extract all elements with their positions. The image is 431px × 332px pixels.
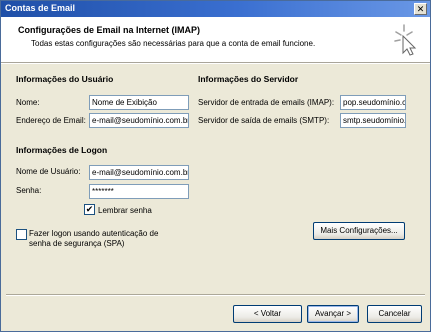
next-button[interactable]: Avançar > (307, 305, 359, 323)
footer-separator (6, 294, 425, 296)
name-field[interactable]: Nome de Exibição (89, 95, 189, 110)
spa-checkbox[interactable] (16, 229, 27, 240)
cancel-button[interactable]: Cancelar (367, 305, 422, 323)
logon-info-heading: Informações de Logon (16, 145, 108, 155)
close-icon: ✕ (416, 4, 425, 14)
username-field[interactable]: e-mail@seudomínio.com.br (89, 165, 189, 180)
server-info-heading: Informações do Servidor (198, 74, 299, 84)
header-separator (1, 63, 430, 64)
password-label: Senha: (16, 186, 42, 195)
wizard-header: Configurações de Email na Internet (IMAP… (1, 17, 430, 63)
close-button[interactable]: ✕ (414, 3, 427, 15)
remember-password-checkbox[interactable]: ✔ (84, 204, 95, 215)
email-accounts-dialog: Contas de Email ✕ Configurações de Email… (0, 0, 431, 332)
spa-label-line2: senha de segurança (SPA) (29, 239, 125, 248)
header-title: Configurações de Email na Internet (IMAP… (18, 25, 201, 35)
username-label: Nome de Usuário: (16, 167, 81, 176)
outgoing-server-field[interactable]: smtp.seudomínio. (340, 113, 406, 128)
outgoing-server-label: Servidor de saída de emails (SMTP): (198, 116, 330, 125)
name-label: Nome: (16, 98, 40, 107)
user-info-heading: Informações do Usuário (16, 74, 114, 84)
sparkle-cursor-icon (394, 24, 417, 56)
window-title: Contas de Email (5, 3, 76, 13)
more-settings-button[interactable]: Mais Configurações... (313, 222, 405, 240)
incoming-server-label: Servidor de entrada de emails (IMAP): (198, 98, 335, 107)
remember-password-label: Lembrar senha (98, 206, 152, 215)
title-bar[interactable]: Contas de Email ✕ (1, 1, 430, 17)
password-field[interactable]: ******* (89, 184, 189, 199)
email-address-label: Endereço de Email: (16, 116, 86, 125)
incoming-server-field[interactable]: pop.seudomínio.c (340, 95, 406, 110)
email-address-field[interactable]: e-mail@seudomínio.com.br (89, 113, 189, 128)
header-subtitle: Todas estas configurações são necessária… (31, 39, 316, 48)
spa-label-line1: Fazer logon usando autenticação de (29, 229, 159, 238)
checkmark-icon: ✔ (85, 204, 94, 214)
back-button[interactable]: < Voltar (233, 305, 302, 323)
